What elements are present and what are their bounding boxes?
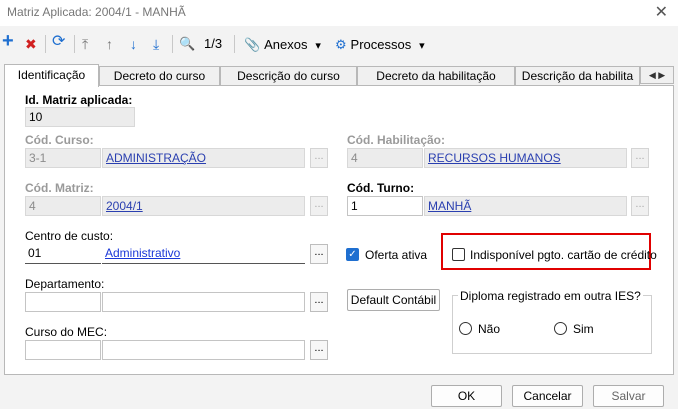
add-icon[interactable]: + — [2, 31, 14, 51]
delete-icon[interactable]: ✖ — [25, 34, 37, 54]
cod-habilitacao-label: Cód. Habilitação: — [347, 133, 446, 147]
tab-decreto-habilitacao[interactable]: Decreto da habilitação — [357, 66, 515, 86]
diploma-nao-label: Não — [478, 322, 501, 336]
cod-turno-lookup-button[interactable]: ... — [631, 196, 649, 216]
cancel-button[interactable]: Cancelar — [512, 385, 583, 407]
curso-mec-label: Curso do MEC: — [25, 325, 108, 339]
curso-mec-name-field[interactable] — [102, 340, 305, 360]
search-icon[interactable]: 🔍 — [179, 34, 195, 54]
diploma-sim-label: Sim — [573, 322, 594, 336]
cod-matriz-code-field: 4 — [25, 196, 101, 216]
curso-mec-code-input[interactable] — [25, 340, 101, 360]
record-counter: 1/3 — [204, 36, 223, 51]
curso-mec-lookup-button[interactable]: ... — [310, 340, 328, 360]
id-matriz-field: 10 — [25, 107, 135, 127]
toolbar-separator — [74, 35, 75, 53]
diploma-group-title: Diploma registrado em outra IES? — [458, 289, 643, 303]
diploma-nao-radio[interactable] — [459, 322, 472, 335]
cod-matriz-label: Cód. Matriz: — [25, 181, 94, 195]
cod-habilitacao-name-link[interactable]: RECURSOS HUMANOS — [424, 148, 627, 168]
previous-record-icon[interactable]: ↑ — [106, 34, 113, 54]
departamento-label: Departamento: — [25, 277, 105, 291]
cod-curso-code-field: 3-1 — [25, 148, 101, 168]
toolbar-separator — [234, 35, 235, 53]
dialog-footer: OK Cancelar Salvar — [0, 376, 678, 409]
cod-turno-label: Cód. Turno: — [347, 181, 415, 195]
cod-matriz-lookup-button[interactable]: ... — [310, 196, 328, 216]
centro-custo-label: Centro de custo: — [25, 229, 114, 243]
centro-custo-code-input[interactable]: 01 — [25, 244, 101, 264]
id-matriz-label: Id. Matriz aplicada: — [25, 93, 133, 107]
close-icon[interactable]: ✕ — [655, 2, 668, 22]
tab-scroll-buttons[interactable]: ◀ ▶ — [640, 66, 674, 84]
ok-button[interactable]: OK — [431, 385, 502, 407]
arrow-right-icon[interactable]: ▶ — [658, 70, 665, 80]
departamento-code-input[interactable] — [25, 292, 101, 312]
toolbar: + ✖ ⟳ ⤒ ↑ ↓ ⤓ 🔍 1/3 📎 Anexos ▾ ⚙ Process… — [0, 30, 678, 58]
last-record-icon[interactable]: ⤓ — [153, 34, 159, 54]
departamento-name-field[interactable] — [102, 292, 305, 312]
tab-bar: Identificação Decreto do curso Descrição… — [0, 64, 678, 87]
oferta-ativa-label: Oferta ativa — [365, 248, 428, 262]
paperclip-icon: 📎 — [244, 37, 261, 52]
processes-menu[interactable]: ⚙ Processos ▾ — [335, 34, 425, 54]
toolbar-separator — [172, 35, 173, 53]
save-button[interactable]: Salvar — [593, 385, 664, 407]
tab-identificacao[interactable]: Identificação — [4, 64, 99, 87]
indisponivel-cartao-label: Indisponível pgto. cartão de crédito — [470, 248, 657, 262]
cod-curso-name-link[interactable]: ADMINISTRAÇÃO — [102, 148, 305, 168]
tab-descricao-curso[interactable]: Descrição do curso — [220, 66, 357, 86]
chevron-down-icon: ▾ — [419, 40, 425, 52]
cod-habilitacao-lookup-button[interactable]: ... — [631, 148, 649, 168]
attachments-label: Anexos — [264, 37, 308, 52]
toolbar-separator — [45, 35, 46, 53]
window-title: Matriz Aplicada: 2004/1 - MANHÃ — [7, 5, 186, 19]
attachments-menu[interactable]: 📎 Anexos ▾ — [244, 34, 321, 54]
cod-matriz-name-link[interactable]: 2004/1 — [102, 196, 305, 216]
identificacao-panel: Id. Matriz aplicada: 10 Cód. Curso: 3-1 … — [4, 85, 674, 375]
processes-label: Processos — [350, 37, 412, 52]
diploma-sim-radio[interactable] — [554, 322, 567, 335]
cod-turno-code-input[interactable]: 1 — [347, 196, 423, 216]
arrow-left-icon[interactable]: ◀ — [649, 70, 656, 80]
first-record-icon[interactable]: ⤒ — [82, 34, 88, 54]
gear-icon: ⚙ — [335, 37, 347, 52]
default-contabil-button[interactable]: Default Contábil — [347, 289, 440, 311]
tab-decreto-curso[interactable]: Decreto do curso — [99, 66, 220, 86]
departamento-lookup-button[interactable]: ... — [310, 292, 328, 312]
centro-custo-lookup-button[interactable]: ... — [310, 244, 328, 264]
centro-custo-name-link[interactable]: Administrativo — [102, 244, 305, 264]
cod-turno-name-link[interactable]: MANHÃ — [424, 196, 627, 216]
oferta-ativa-checkbox[interactable]: ✓ — [346, 248, 359, 261]
tab-descricao-habilitacao[interactable]: Descrição da habilita — [515, 66, 640, 86]
next-record-icon[interactable]: ↓ — [130, 34, 137, 54]
cod-habilitacao-code-field: 4 — [347, 148, 423, 168]
cod-curso-label: Cód. Curso: — [25, 133, 94, 147]
cod-curso-lookup-button[interactable]: ... — [310, 148, 328, 168]
refresh-icon[interactable]: ⟳ — [52, 32, 65, 52]
chevron-down-icon: ▾ — [315, 40, 321, 52]
indisponivel-cartao-checkbox[interactable] — [452, 248, 465, 261]
title-bar: Matriz Aplicada: 2004/1 - MANHÃ ✕ — [0, 0, 678, 26]
